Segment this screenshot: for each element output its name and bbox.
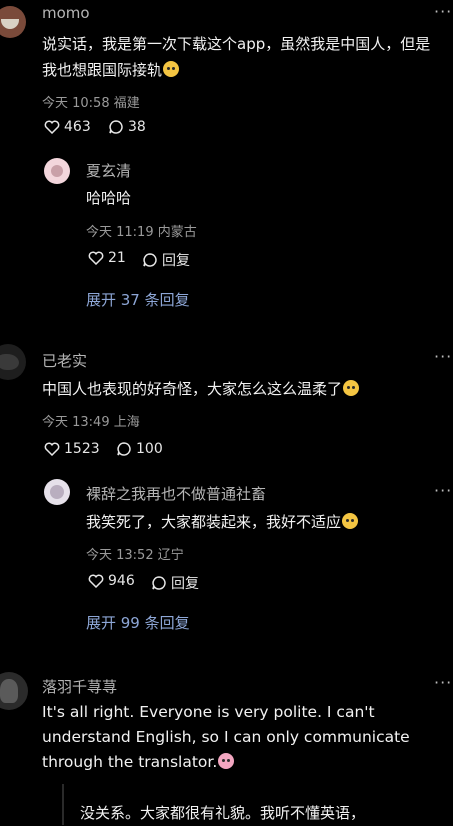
reply-text: 我笑死了，大家都装起来，我好不适应 bbox=[86, 509, 446, 535]
reply-count: 100 bbox=[136, 441, 163, 457]
figure-icon bbox=[0, 679, 18, 703]
comment-bubble-icon bbox=[117, 442, 131, 456]
like-count: 463 bbox=[64, 119, 91, 135]
more-dots-icon[interactable]: ··· bbox=[434, 673, 452, 692]
face-icon bbox=[51, 165, 63, 177]
expand-replies-link[interactable]: 展开 99 条回复 bbox=[86, 612, 190, 633]
reply-like-stat[interactable]: 21 bbox=[88, 250, 126, 266]
reply-text: 哈哈哈 bbox=[86, 189, 132, 207]
reply-avatar[interactable] bbox=[44, 479, 70, 505]
reply-button-label: 回复 bbox=[171, 576, 199, 592]
comment-text: It's all right. Everyone is very polite.… bbox=[42, 703, 410, 771]
translation-quote-bar bbox=[62, 784, 64, 825]
comment-meta: 今天 13:49 上海 bbox=[42, 415, 140, 430]
translation-text: 没关系。大家都很有礼貌。我听不懂英语， bbox=[80, 804, 366, 822]
comment-username[interactable]: 已老实 bbox=[42, 350, 87, 371]
reply-like-count: 946 bbox=[108, 573, 135, 589]
reply-meta: 今天 13:52 辽宁 bbox=[86, 548, 184, 563]
like-count: 1523 bbox=[64, 441, 100, 457]
more-dots-icon[interactable]: ··· bbox=[434, 347, 452, 366]
emoji-icon bbox=[343, 380, 360, 396]
emoji-icon bbox=[342, 513, 359, 529]
reply-button[interactable]: 回复 bbox=[151, 573, 199, 593]
reply-count: 38 bbox=[128, 119, 146, 135]
comment-username[interactable]: 落羽千荨荨 bbox=[42, 676, 117, 697]
comment-bubble-icon bbox=[143, 253, 157, 267]
reply-username[interactable]: 夏玄清 bbox=[86, 160, 131, 181]
comment-username[interactable]: momo bbox=[42, 4, 90, 22]
reply-avatar[interactable] bbox=[44, 158, 70, 184]
heart-icon bbox=[88, 574, 104, 588]
avatar[interactable] bbox=[0, 344, 26, 380]
dark-figure-icon bbox=[0, 354, 19, 370]
reply-stat[interactable]: 38 bbox=[108, 119, 146, 135]
reply-username[interactable]: 裸辞之我再也不做普通社畜 bbox=[86, 483, 266, 504]
like-stat[interactable]: 463 bbox=[44, 119, 91, 135]
avatar[interactable] bbox=[0, 672, 28, 710]
emoji-icon bbox=[218, 753, 235, 769]
comment-bubble-icon bbox=[109, 120, 123, 134]
emoji-icon bbox=[163, 61, 180, 77]
more-dots-icon[interactable]: ··· bbox=[434, 2, 452, 21]
comment-bubble-icon bbox=[152, 576, 166, 590]
comment-meta: 今天 10:58 福建 bbox=[42, 96, 140, 111]
bowl-icon bbox=[1, 19, 19, 29]
heart-icon bbox=[44, 442, 60, 456]
reply-like-count: 21 bbox=[108, 250, 126, 266]
reply-button[interactable]: 回复 bbox=[142, 250, 190, 270]
comment-text: 中国人也表现的好奇怪，大家怎么这么温柔了 bbox=[42, 376, 442, 402]
heart-icon bbox=[44, 120, 60, 134]
reply-stat[interactable]: 100 bbox=[116, 441, 163, 457]
heart-icon bbox=[88, 251, 104, 265]
reply-button-label: 回复 bbox=[162, 253, 190, 269]
avatar[interactable] bbox=[0, 6, 26, 38]
like-stat[interactable]: 1523 bbox=[44, 441, 100, 457]
face-icon bbox=[50, 485, 64, 499]
reply-meta: 今天 11:19 内蒙古 bbox=[86, 225, 197, 240]
expand-replies-link[interactable]: 展开 37 条回复 bbox=[86, 289, 190, 310]
more-dots-icon[interactable]: ··· bbox=[434, 481, 452, 500]
comment-text: 说实话，我是第一次下载这个app，虽然我是中国人，但是我也想跟国际接轨 bbox=[42, 35, 431, 79]
reply-like-stat[interactable]: 946 bbox=[88, 573, 135, 589]
